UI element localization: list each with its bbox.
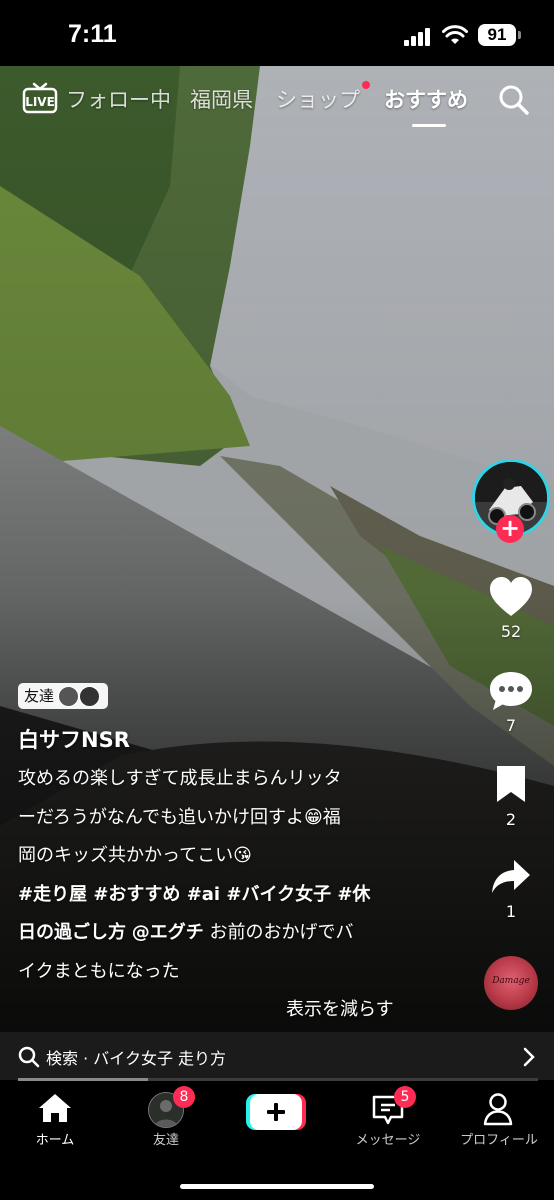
tab-shop[interactable]: ショップ [276,84,360,114]
share-arrow-icon[interactable] [490,858,532,896]
battery-indicator: 91 [478,24,516,46]
caption-line: イクまともになった [18,960,180,982]
music-disc[interactable]: Damage [484,956,538,1010]
cellular-signal-icon [404,28,430,46]
friends-badge-label: 友達 [24,687,55,705]
wifi-icon [442,25,468,44]
caption-line: ーだろうがなんでも追いかけ回すよ😁福 [18,806,341,828]
tab-following[interactable]: フォロー中 [66,84,171,114]
comment-icon[interactable] [488,670,534,712]
profile-person-icon [483,1093,513,1126]
live-label: LIVE [25,95,55,109]
active-tab-indicator [412,124,446,127]
creator-avatar-button[interactable]: + [472,459,550,543]
search-suggestion-text: 検索 · バイク女子 走り方 [46,1049,227,1068]
bookmark-icon[interactable] [494,764,528,804]
video-progress-fill [18,1078,148,1081]
caption-line: お前のおかげでバ [209,922,354,943]
tab-friends-label: 友達 [152,1133,179,1148]
search-icon [18,1046,40,1068]
comment-count: 7 [505,716,517,735]
creator-username[interactable]: 白サフNSR [18,724,130,754]
follow-plus-icon[interactable]: + [496,515,524,543]
caption-line: 攻めるの楽しすぎて成長止まらんリッタ [18,768,342,789]
bottom-tab-bar: ホーム 8 友達 5 メッセージ プロフィール [0,1082,554,1200]
show-less-button[interactable]: 表示を減らす [286,995,394,1021]
search-suggestion-bar[interactable]: 検索 · バイク女子 走り方 [0,1032,554,1080]
create-post-button[interactable] [246,1092,306,1132]
like-count: 52 [500,622,522,641]
hashtag-line[interactable]: #走り屋 #おすすめ #ai #バイク女子 #休 [18,876,418,915]
status-bar: 7:11 91 [0,0,554,66]
caption-line: 岡のキッズ共かかってこい😘 [18,845,252,866]
tab-local[interactable]: 福岡県 [190,84,253,114]
search-icon[interactable] [498,84,530,116]
friends-badge[interactable]: 友達 [18,683,109,709]
tab-for-you[interactable]: おすすめ [384,84,468,114]
music-disc-label: Damage [492,976,530,986]
friends-notification-badge: 8 [173,1086,195,1108]
friend-avatar [58,685,80,707]
tab-inbox-label: メッセージ [355,1133,421,1148]
tab-home-label: ホーム [35,1133,75,1148]
share-count: 1 [505,902,517,921]
status-time: 7:11 [68,20,117,48]
post-caption[interactable]: 攻めるの楽しすぎて成長止まらんリッタ ーだろうがなんでも追いかけ回すよ😁福 岡の… [18,760,418,991]
chevron-right-icon [523,1047,535,1067]
hashtag[interactable]: 日の過ごし方 [18,922,126,943]
mention-link[interactable]: @エグチ [132,922,204,943]
friend-avatar [79,685,101,707]
inbox-notification-badge: 5 [394,1086,416,1108]
home-icon [39,1094,71,1122]
battery-tip [518,31,521,39]
live-icon[interactable]: LIVE [22,82,58,114]
save-count: 2 [505,810,517,829]
video-progress-bar[interactable] [18,1078,538,1081]
shop-notification-dot [362,81,370,89]
home-indicator [180,1184,374,1189]
like-heart-icon[interactable] [488,576,534,618]
tab-profile-label: プロフィール [460,1133,538,1148]
